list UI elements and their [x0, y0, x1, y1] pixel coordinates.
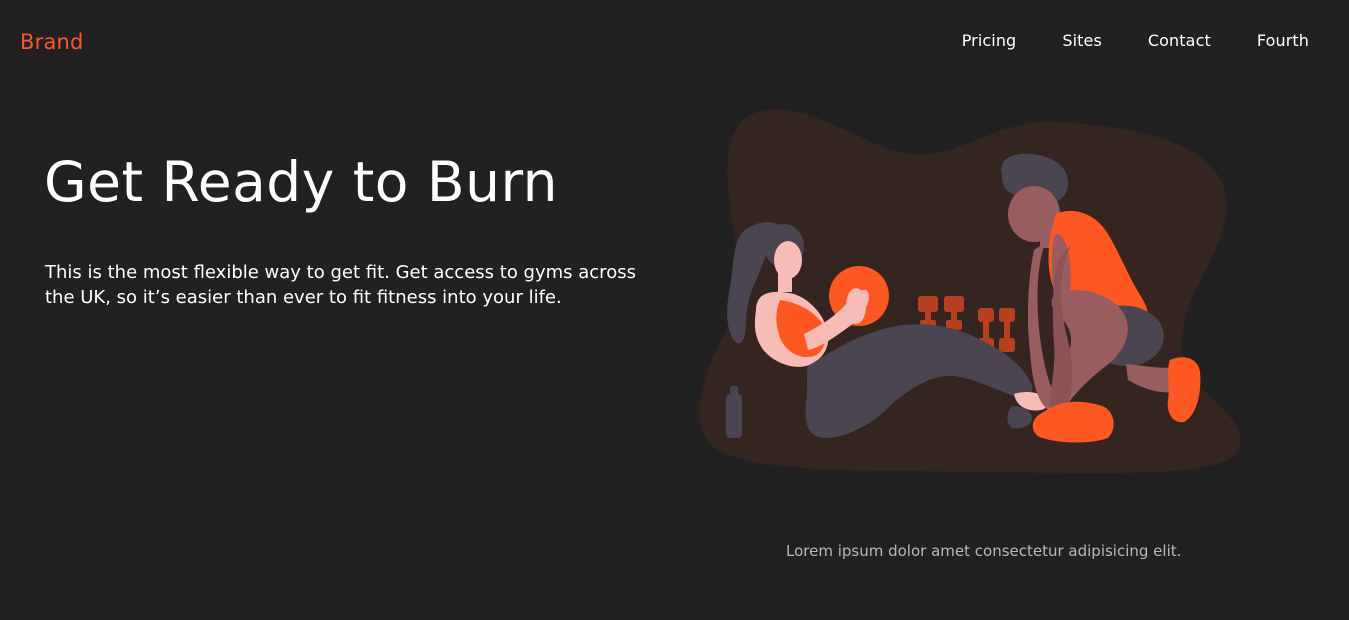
- nav-link-pricing[interactable]: Pricing: [962, 31, 1017, 50]
- navbar: Brand Pricing Sites Contact Fourth: [0, 0, 1349, 86]
- fitness-workout-illustration: [699, 109, 1241, 474]
- nav-link-contact[interactable]: Contact: [1148, 31, 1211, 50]
- nav-link-sites[interactable]: Sites: [1062, 31, 1102, 50]
- illustration-caption: Lorem ipsum dolor amet consectetur adipi…: [786, 542, 1182, 560]
- hero-title: Get Ready to Burn: [44, 150, 559, 214]
- brand-logo[interactable]: Brand: [20, 30, 84, 54]
- nav-link-fourth[interactable]: Fourth: [1257, 31, 1309, 50]
- nav-links: Pricing Sites Contact Fourth: [916, 31, 1309, 50]
- hero-description: This is the most flexible way to get fit…: [45, 262, 636, 308]
